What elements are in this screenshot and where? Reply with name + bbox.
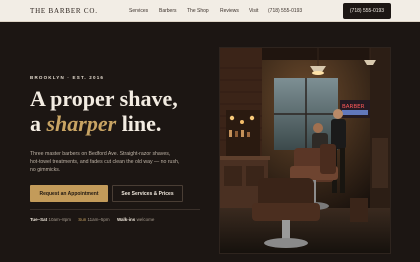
nav-visit[interactable]: Visit [249,8,258,14]
divider [30,209,200,210]
opening-hours: Tue–Sat 10am–8pm Sun 11am–5pm Walk-ins w… [30,217,154,222]
call-phone-button[interactable]: (718) 555-0193 [343,3,391,19]
top-navbar: THE BARBER CO. Services Barbers The Shop… [0,0,420,22]
barbershop-illustration: BARBER [220,48,390,253]
site-logo[interactable]: THE BARBER CO. [30,7,98,15]
headline-line-2-end: line. [116,111,162,136]
headline-line-1: A proper shave, [30,86,178,111]
weekday-label: Tue–Sat [30,217,48,222]
barbershop-photo: BARBER [219,47,391,254]
nav-the-shop[interactable]: The Shop [187,8,209,14]
walkins-label: Walk-ins [116,217,136,222]
nav-reviews[interactable]: Reviews [220,8,239,14]
nav-services[interactable]: Services [129,8,148,14]
see-services-button[interactable]: See Services & Prices [112,185,183,202]
walkins-note: welcome [136,217,155,222]
neon-sign-text: BARBER [342,104,365,110]
nav-barbers[interactable]: Barbers [159,8,177,14]
sunday-label: Sun [78,217,87,222]
hero-headline: A proper shave, a sharper line. [30,86,178,136]
hero-eyebrow: BROOKLYN · EST. 2016 [30,75,105,80]
headline-accent-word: sharper [46,111,117,136]
sunday-time: 11am–5pm [87,217,110,222]
header-phone-link[interactable]: (718) 555-0193 [268,8,302,14]
weekday-time: 10am–8pm [48,217,71,222]
hero-description: Three master barbers on Bedford Ave. Str… [30,151,180,173]
request-appointment-button[interactable]: Request an Appointment [30,185,108,202]
headline-line-2-start: a [30,111,47,136]
